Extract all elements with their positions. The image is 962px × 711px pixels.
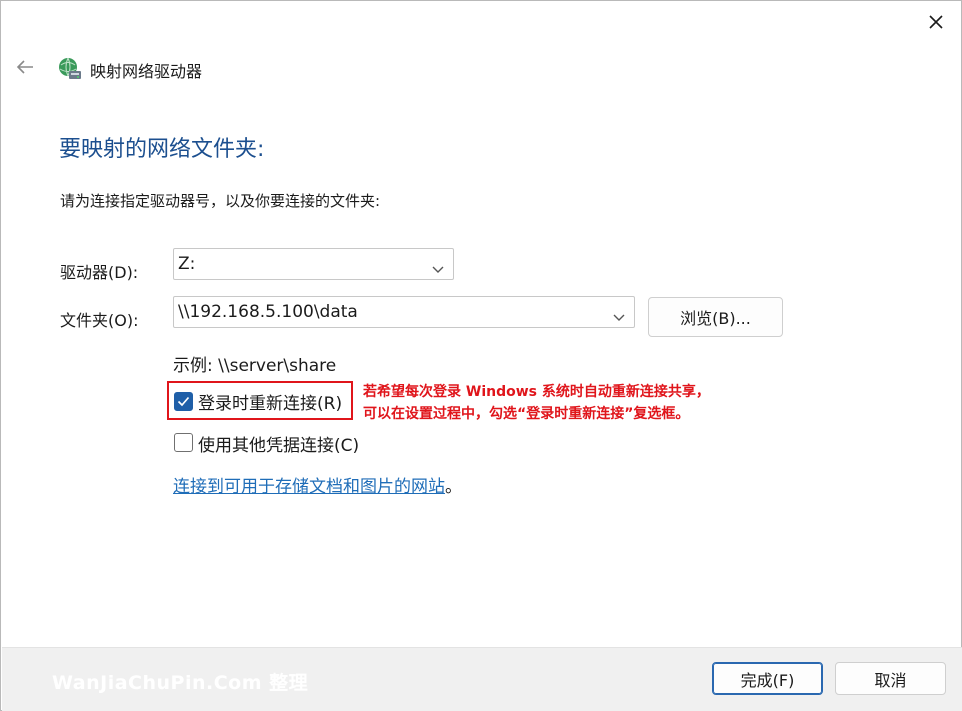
back-button[interactable] — [9, 53, 41, 85]
chevron-down-icon — [612, 307, 626, 321]
link-period: 。 — [445, 477, 462, 497]
annotation-line-1: 若希望每次登录 Windows 系统时自动重新连接共享， — [363, 384, 710, 400]
reconnect-checkbox[interactable] — [174, 392, 193, 411]
window-title: 映射网络驱动器 — [90, 62, 203, 81]
finish-button[interactable]: 完成(F) — [712, 662, 823, 695]
storage-website-link[interactable]: 连接到可用于存储文档和图片的网站 — [173, 477, 445, 497]
chevron-down-icon — [431, 259, 445, 273]
folder-combobox[interactable]: \\192.168.5.100\data — [173, 296, 635, 328]
link-row: 连接到可用于存储文档和图片的网站。 — [173, 472, 462, 497]
arrow-left-icon — [15, 59, 35, 79]
annotation-line-2: 可以在设置过程中，勾选“登录时重新连接”复选框。 — [363, 406, 690, 422]
instruction-text: 请为连接指定驱动器号，以及你要连接的文件夹: — [60, 192, 381, 210]
drive-select[interactable]: Z: — [173, 248, 454, 280]
reconnect-label[interactable]: 登录时重新连接(R) — [198, 389, 342, 414]
browse-button[interactable]: 浏览(B)... — [648, 297, 783, 337]
drive-value: Z: — [178, 254, 196, 274]
checkmark-icon — [177, 392, 190, 411]
network-drive-icon — [57, 56, 83, 82]
page-heading: 要映射的网络文件夹: — [59, 137, 265, 162]
drive-label: 驱动器(D): — [60, 263, 139, 282]
folder-value: \\192.168.5.100\data — [178, 302, 358, 322]
folder-label: 文件夹(O): — [60, 311, 139, 330]
other-credentials-checkbox[interactable] — [174, 433, 193, 452]
example-text: 示例: \\server\share — [173, 356, 337, 376]
close-button[interactable] — [911, 3, 961, 45]
dialog-window: 映射网络驱动器 要映射的网络文件夹: 请为连接指定驱动器号，以及你要连接的文件夹… — [0, 0, 962, 711]
other-credentials-label[interactable]: 使用其他凭据连接(C) — [198, 431, 359, 456]
watermark-text: WanJiaChuPin.Com 整理 — [52, 672, 309, 694]
close-icon — [928, 14, 944, 34]
cancel-button[interactable]: 取消 — [835, 662, 946, 695]
